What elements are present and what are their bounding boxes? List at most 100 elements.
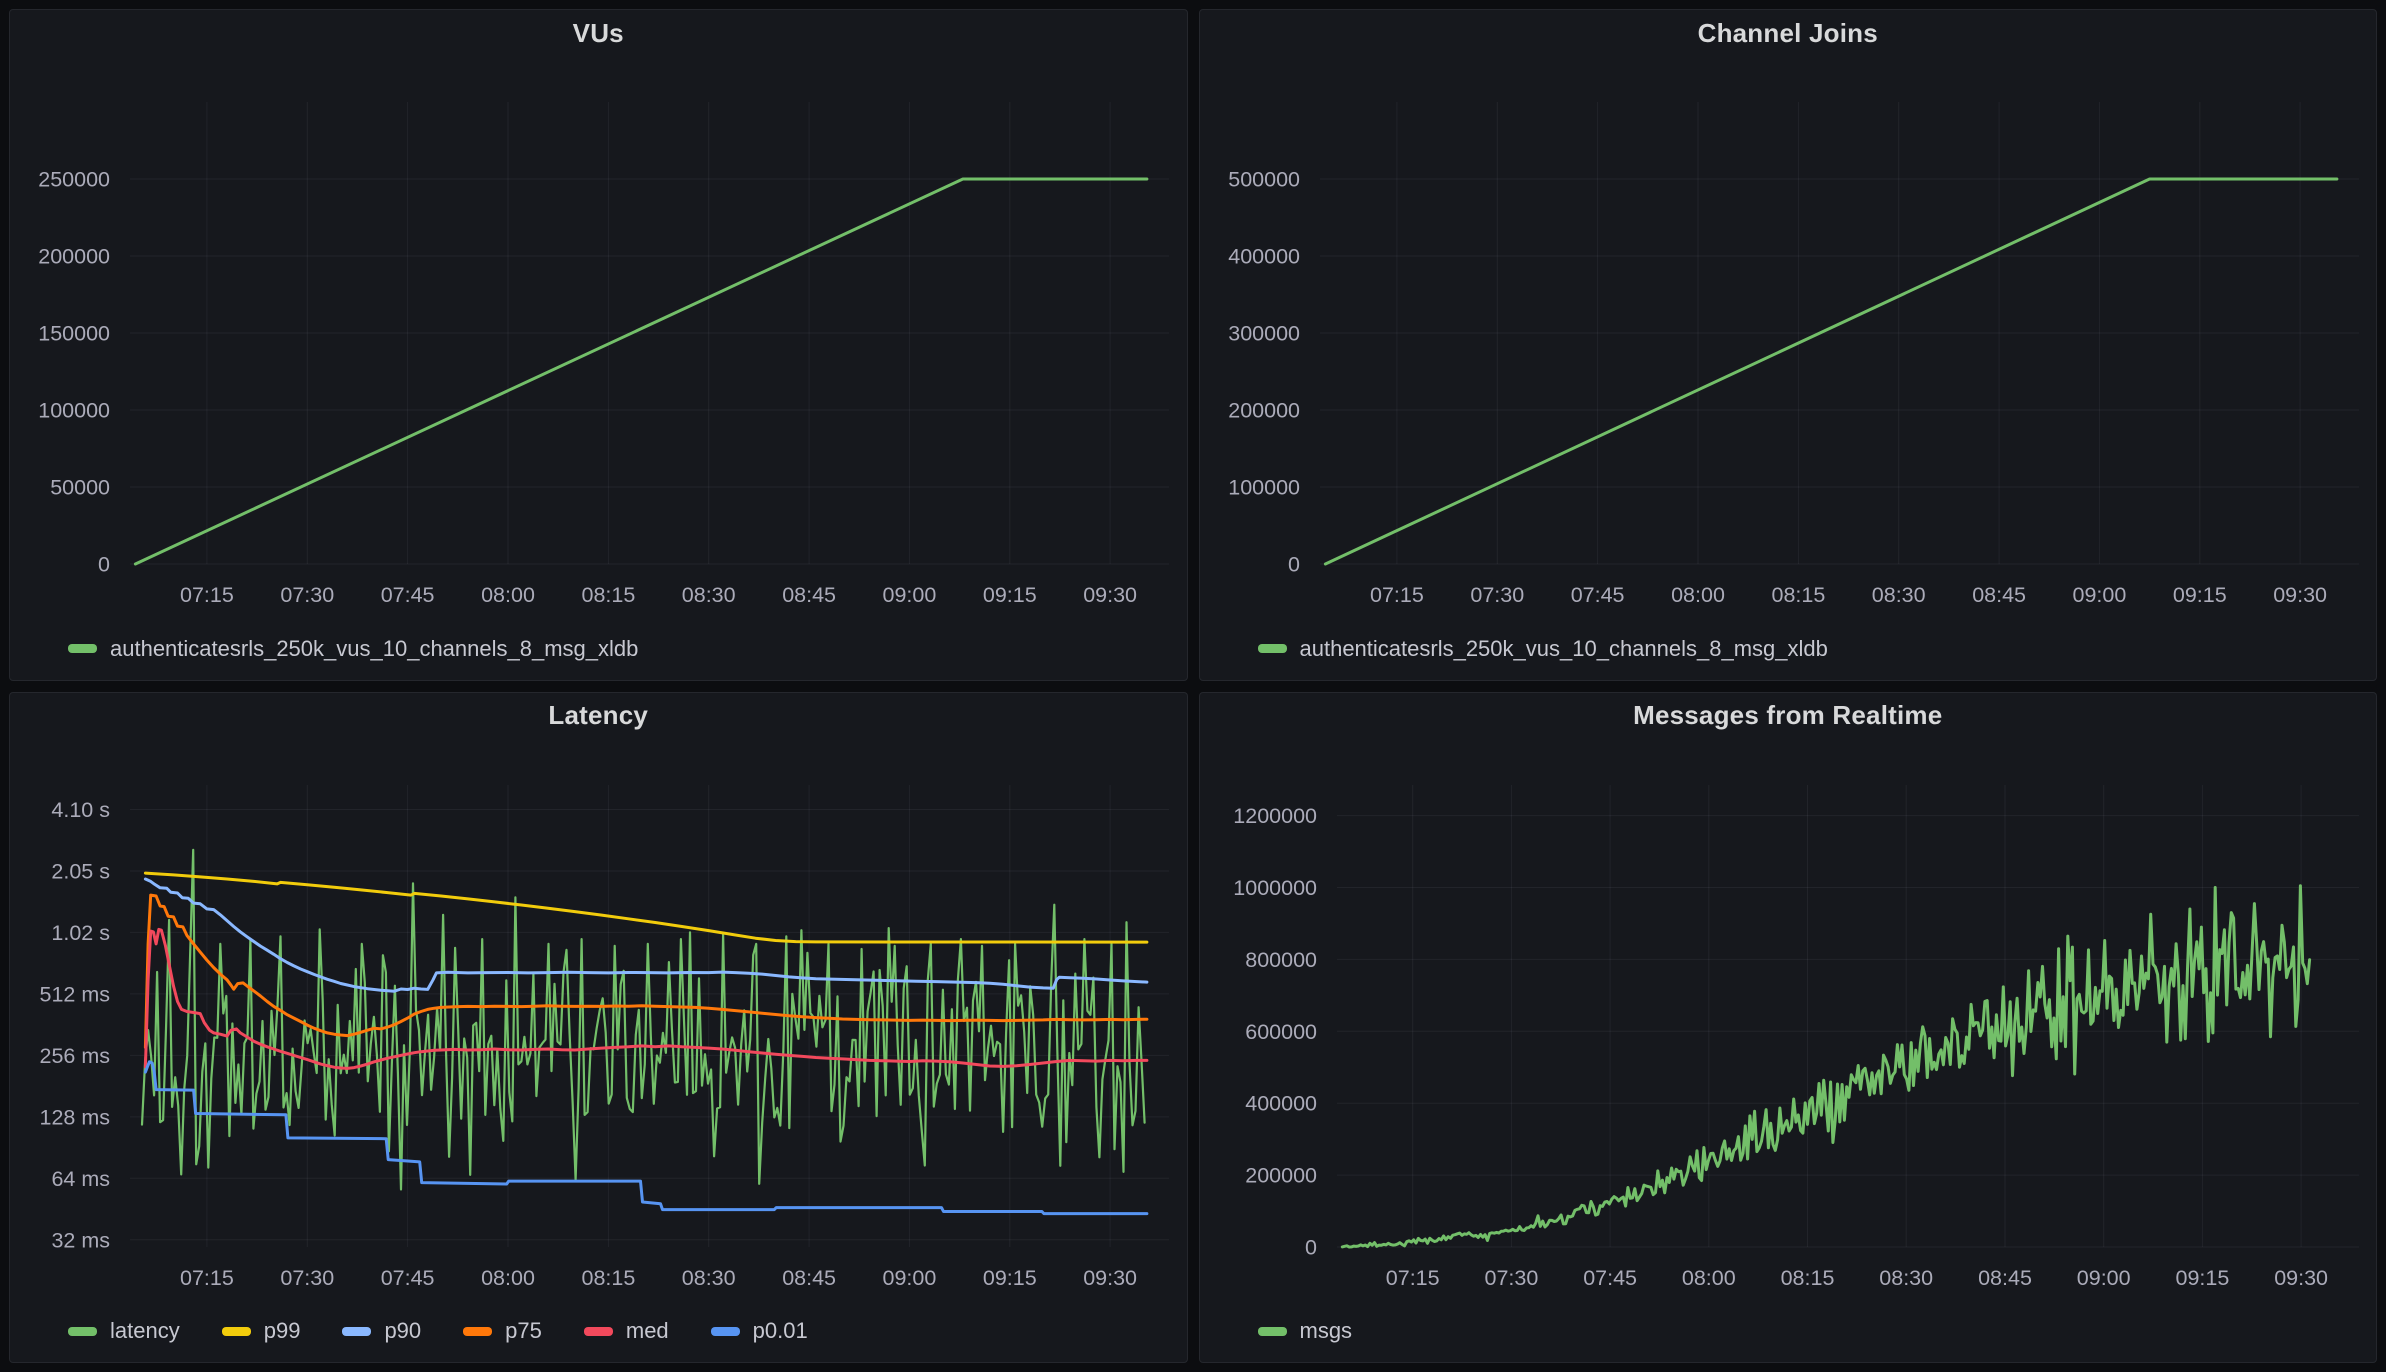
y-tick-label: 512 ms (39, 982, 110, 1006)
legend-label-msgs: msgs (1300, 1318, 1353, 1344)
x-tick-label: 09:15 (2175, 1266, 2229, 1290)
y-tick-label: 1000000 (1233, 876, 1317, 900)
x-tick-label: 08:45 (1978, 1266, 2032, 1290)
legend-label-med: med (626, 1318, 669, 1344)
x-tick-label: 07:30 (280, 583, 334, 607)
legend-swatch-med (584, 1327, 613, 1336)
legend-item-latency[interactable]: latency (68, 1318, 180, 1344)
x-tick-label: 08:15 (581, 583, 635, 607)
x-tick-label: 08:45 (782, 583, 836, 607)
x-tick-label: 07:15 (1385, 1266, 1439, 1290)
series-line-msgs (1342, 885, 2309, 1246)
y-tick-label: 32 ms (51, 1228, 110, 1252)
panel-title-channel-joins[interactable]: Channel Joins (1200, 10, 2377, 56)
legend-item-p75[interactable]: p75 (463, 1318, 542, 1344)
y-tick-label: 50000 (50, 476, 110, 500)
legend-item-authenticatesrls_250k_vus_10_channels_8_msg_xldb[interactable]: authenticatesrls_250k_vus_10_channels_8_… (1258, 636, 1828, 662)
legend-swatch-p0.01 (711, 1327, 740, 1336)
legend-item-authenticatesrls_250k_vus_10_channels_8_msg_xldb[interactable]: authenticatesrls_250k_vus_10_channels_8_… (68, 636, 638, 662)
y-tick-label: 800000 (1245, 947, 1317, 971)
y-tick-label: 300000 (1228, 322, 1300, 346)
x-tick-label: 09:15 (983, 583, 1037, 607)
legend-item-p99[interactable]: p99 (222, 1318, 301, 1344)
x-tick-label: 08:15 (1771, 583, 1825, 607)
y-tick-label: 100000 (38, 399, 110, 423)
panel-messages: Messages from Realtime 07:1507:3007:4508… (1199, 692, 2378, 1364)
x-tick-label: 07:15 (1369, 583, 1423, 607)
x-tick-label: 08:45 (782, 1266, 836, 1290)
chart-canvas[interactable]: 07:1507:3007:4508:0008:1508:3008:4509:00… (10, 56, 1187, 628)
x-tick-label: 09:15 (983, 1266, 1037, 1290)
vus-legend: authenticatesrls_250k_vus_10_channels_8_… (10, 628, 1187, 680)
legend-swatch-msgs (1258, 1327, 1287, 1336)
x-tick-label: 07:45 (381, 1266, 435, 1290)
channel-joins-legend: authenticatesrls_250k_vus_10_channels_8_… (1200, 628, 2377, 680)
panel-channel-joins: Channel Joins 07:1507:3007:4508:0008:150… (1199, 9, 2378, 681)
x-tick-label: 08:15 (581, 1266, 635, 1290)
panel-title-latency[interactable]: Latency (10, 693, 1187, 739)
legend-swatch-authenticatesrls_250k_vus_10_channels_8_msg_xldb (1258, 644, 1287, 653)
chart-canvas[interactable]: 07:1507:3007:4508:0008:1508:3008:4509:00… (10, 739, 1187, 1311)
legend-label-authenticatesrls_250k_vus_10_channels_8_msg_xldb: authenticatesrls_250k_vus_10_channels_8_… (110, 636, 638, 662)
x-tick-label: 08:30 (1871, 583, 1925, 607)
x-tick-label: 09:00 (882, 1266, 936, 1290)
legend-swatch-p99 (222, 1327, 251, 1336)
series-line-authenticatesrls_250k_vus_10_channels_8_msg_xldb (1325, 179, 2336, 564)
panel-title-vus[interactable]: VUs (10, 10, 1187, 56)
legend-label-p99: p99 (264, 1318, 301, 1344)
x-tick-label: 09:00 (882, 583, 936, 607)
chart-canvas[interactable]: 07:1507:3007:4508:0008:1508:3008:4509:00… (1200, 739, 2377, 1311)
latency-chart[interactable]: 07:1507:3007:4508:0008:1508:3008:4509:00… (10, 739, 1187, 1311)
y-tick-label: 200000 (38, 245, 110, 269)
y-tick-label: 64 ms (51, 1166, 110, 1190)
panel-title-messages[interactable]: Messages from Realtime (1200, 693, 2377, 739)
panel-latency: Latency 07:1507:3007:4508:0008:1508:3008… (9, 692, 1188, 1364)
latency-legend: latency p99 p90 p75 med p0.01 (10, 1310, 1187, 1362)
legend-swatch-p90 (342, 1327, 371, 1336)
y-tick-label: 200000 (1245, 1163, 1317, 1187)
y-tick-label: 2.05 s (51, 859, 110, 883)
x-tick-label: 08:00 (1681, 1266, 1735, 1290)
x-tick-label: 08:30 (1879, 1266, 1933, 1290)
x-tick-label: 07:45 (381, 583, 435, 607)
channel-joins-chart[interactable]: 07:1507:3007:4508:0008:1508:3008:4509:00… (1200, 56, 2377, 628)
x-tick-label: 09:30 (1083, 1266, 1137, 1290)
x-tick-label: 09:15 (2172, 583, 2226, 607)
x-tick-label: 09:30 (2274, 1266, 2328, 1290)
x-tick-label: 09:30 (2273, 583, 2327, 607)
y-tick-label: 0 (98, 553, 110, 577)
x-tick-label: 08:30 (682, 1266, 736, 1290)
legend-label-p75: p75 (505, 1318, 542, 1344)
x-tick-label: 08:15 (1780, 1266, 1834, 1290)
series-line-authenticatesrls_250k_vus_10_channels_8_msg_xldb (135, 179, 1147, 564)
x-tick-label: 08:00 (481, 1266, 535, 1290)
y-tick-label: 150000 (38, 322, 110, 346)
x-tick-label: 09:30 (1083, 583, 1137, 607)
y-tick-label: 250000 (38, 168, 110, 192)
chart-canvas[interactable]: 07:1507:3007:4508:0008:1508:3008:4509:00… (1200, 56, 2377, 628)
x-tick-label: 07:30 (1470, 583, 1524, 607)
series-line-p99 (145, 873, 1147, 942)
messages-chart[interactable]: 07:1507:3007:4508:0008:1508:3008:4509:00… (1200, 739, 2377, 1311)
legend-item-p90[interactable]: p90 (342, 1318, 421, 1344)
legend-swatch-latency (68, 1327, 97, 1336)
y-tick-label: 500000 (1228, 168, 1300, 192)
legend-label-authenticatesrls_250k_vus_10_channels_8_msg_xldb: authenticatesrls_250k_vus_10_channels_8_… (1300, 636, 1828, 662)
y-tick-label: 400000 (1228, 245, 1300, 269)
legend-item-p0.01[interactable]: p0.01 (711, 1318, 808, 1344)
x-tick-label: 08:00 (1671, 583, 1725, 607)
y-tick-label: 600000 (1245, 1019, 1317, 1043)
vus-chart[interactable]: 07:1507:3007:4508:0008:1508:3008:4509:00… (10, 56, 1187, 628)
dashboard-grid: VUs 07:15 07:30 07:45 08:00 08:15 08:30 08:45 0… (0, 0, 2386, 1372)
x-tick-label: 08:30 (682, 583, 736, 607)
y-tick-label: 256 ms (39, 1043, 110, 1067)
legend-item-msgs[interactable]: msgs (1258, 1318, 1353, 1344)
y-tick-label: 128 ms (39, 1105, 110, 1129)
x-tick-label: 08:45 (1972, 583, 2026, 607)
y-tick-label: 200000 (1228, 399, 1300, 423)
y-tick-label: 4.10 s (51, 798, 110, 822)
legend-item-med[interactable]: med (584, 1318, 669, 1344)
x-tick-label: 08:00 (481, 583, 535, 607)
messages-legend: msgs (1200, 1310, 2377, 1362)
x-tick-label: 09:00 (2072, 583, 2126, 607)
